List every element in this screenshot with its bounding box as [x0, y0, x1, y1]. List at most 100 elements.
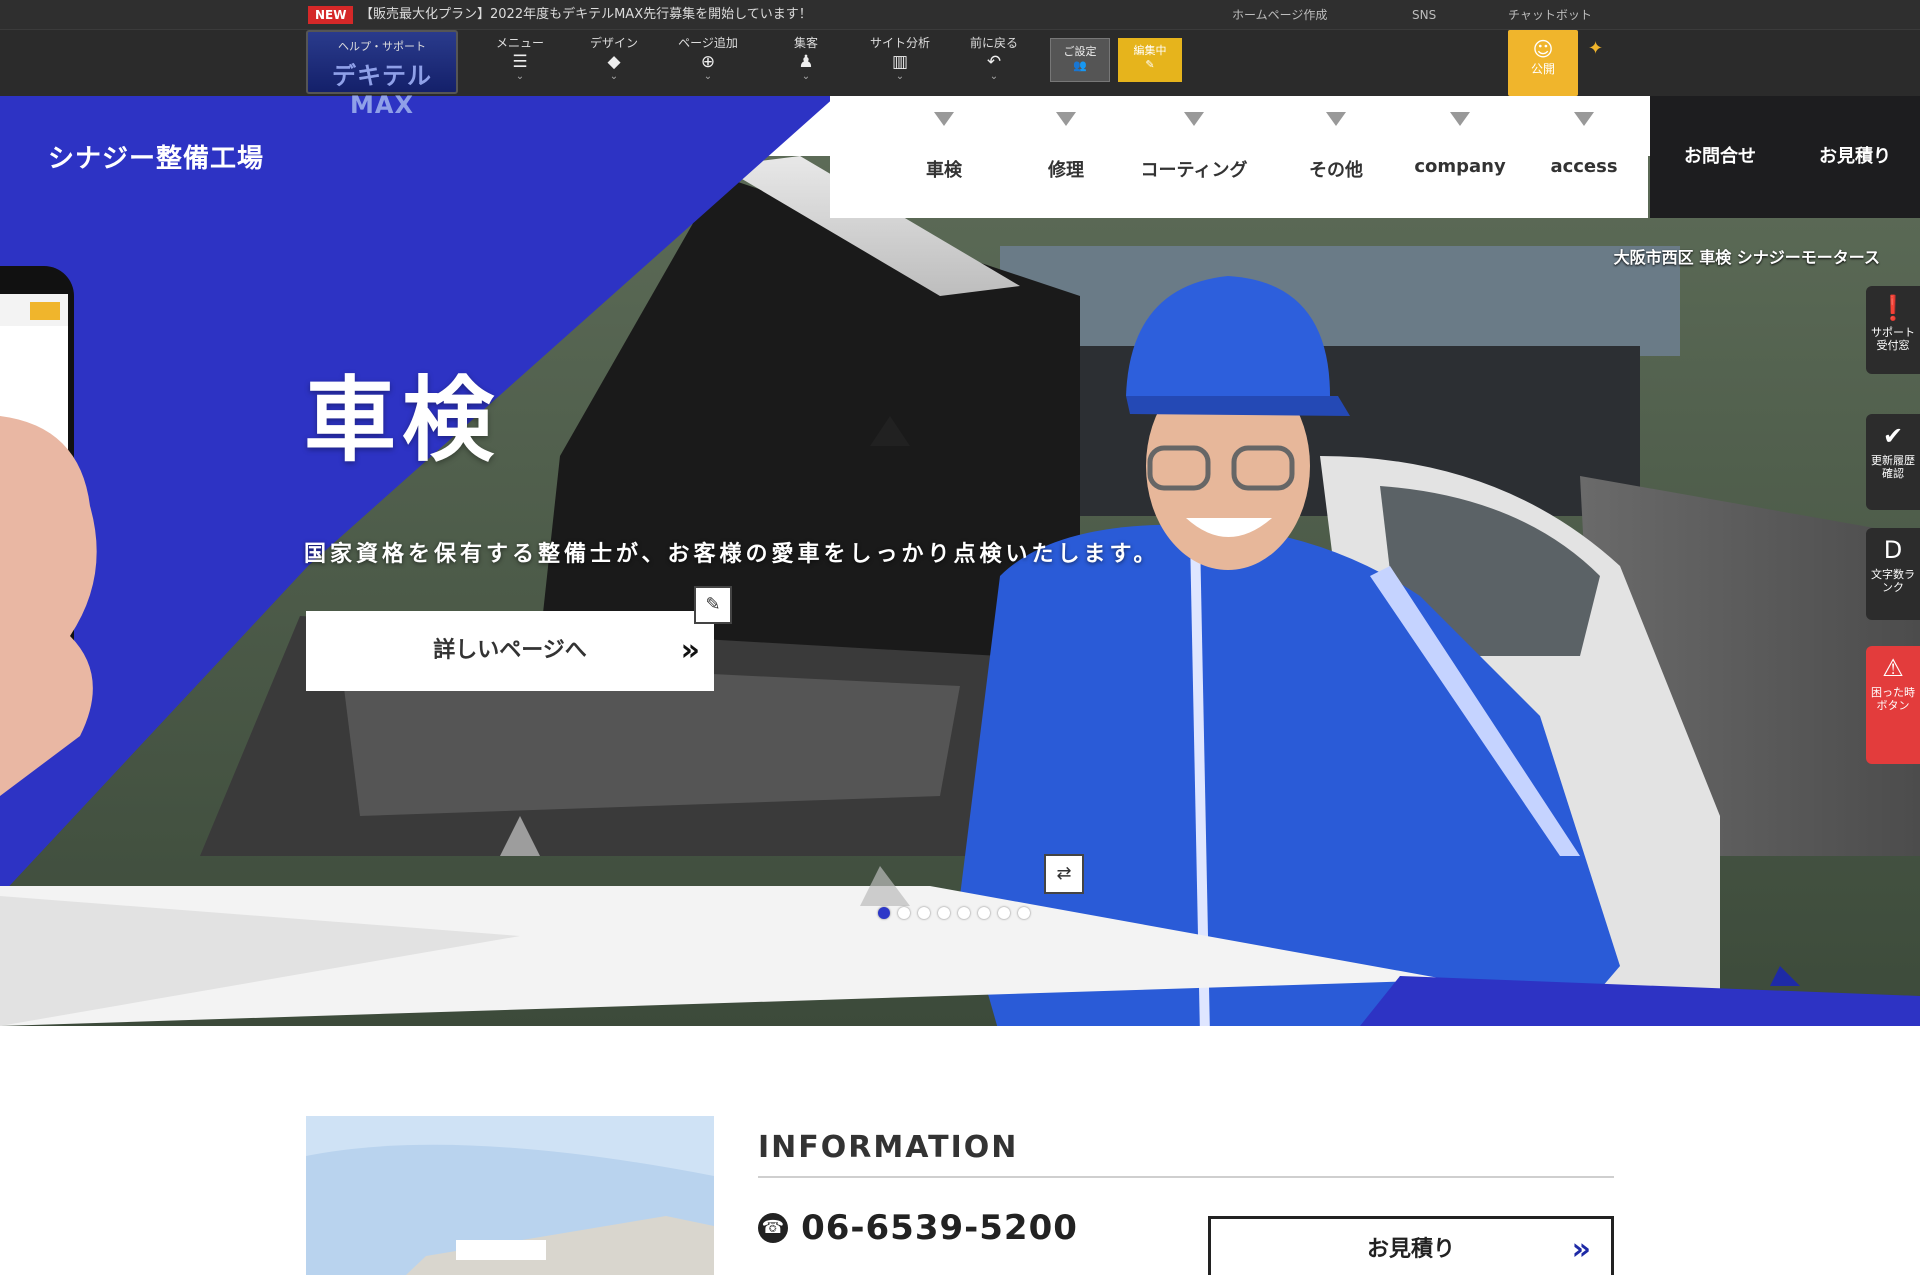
info-heading: INFORMATION — [758, 1130, 1019, 1165]
chevron-down-icon: ⌄ — [515, 71, 525, 82]
phone-icon: ☎ — [758, 1213, 788, 1243]
edit-label: 編集中 — [1133, 44, 1167, 57]
chevron-down-icon: ⌄ — [703, 71, 713, 82]
new-badge: NEW — [308, 6, 354, 24]
smile-icon: ☺ — [1532, 37, 1554, 61]
help-support-button[interactable]: ヘルプ・サポート デキテルMAX — [306, 30, 458, 119]
editor-toolbar: NEW 【販売最大化プラン】2022年度もデキテルMAX先行募集を開始しています… — [0, 0, 1920, 119]
triangle-icon — [1056, 112, 1076, 126]
tool-design[interactable]: デザイン ◆ ⌄ — [578, 36, 650, 92]
help-label: ヘルプ・サポート — [338, 40, 426, 53]
side-tab-support[interactable]: ❗ サポート受付窓 — [1866, 286, 1920, 374]
contact-button[interactable]: お問合せ — [1650, 96, 1790, 218]
chevron-down-icon: ⌄ — [609, 71, 619, 82]
site-logo[interactable]: シナジー整備工場 — [48, 138, 264, 175]
chevron-down-icon: ⌄ — [801, 71, 811, 82]
pencil-icon: ✎ — [1145, 58, 1155, 71]
quote-button-label: お見積り — [1366, 1237, 1455, 1262]
slide-dot[interactable] — [918, 907, 930, 919]
tool-marketing[interactable]: 集客 ♟ ⌄ — [770, 36, 842, 92]
nav-item-company[interactable]: company — [1400, 112, 1520, 208]
nav-item-other[interactable]: その他 — [1276, 112, 1396, 208]
warning-icon: ⚠ — [1882, 654, 1904, 682]
chevron-down-icon: ⌄ — [895, 71, 905, 82]
slide-dot[interactable] — [978, 907, 990, 919]
star-icon[interactable]: ✦ — [1588, 38, 1603, 59]
help-brand: デキテルMAX — [332, 62, 432, 119]
nav-item-label: access — [1550, 156, 1618, 177]
menu-icon: ☰ — [512, 52, 528, 72]
tool-label: ページ追加 — [678, 36, 738, 50]
nav-item-coating[interactable]: コーティング — [1134, 112, 1254, 208]
undo-icon: ↶ — [986, 52, 1002, 72]
side-tab-label: サポート受付窓 — [1871, 326, 1915, 352]
homepage-link[interactable]: ホームページ作成 — [1232, 6, 1327, 24]
nav-item-access[interactable]: access — [1524, 112, 1644, 208]
palette-icon: ◆ — [607, 52, 621, 72]
nav-item-label: 修理 — [1048, 160, 1084, 181]
tool-analytics[interactable]: サイト分析 ▥ ⌄ — [864, 36, 936, 92]
tool-label: サイト分析 — [869, 36, 930, 50]
notice-bar: NEW 【販売最大化プラン】2022年度もデキテルMAX先行募集を開始しています… — [0, 0, 1920, 30]
alert-circle-icon: ❗ — [1878, 294, 1908, 322]
editor-tools: ヘルプ・サポート デキテルMAX メニュー ☰ ⌄ デザイン ◆ ⌄ ページ追加… — [0, 30, 1920, 119]
letter-d-icon: D — [1883, 536, 1903, 564]
slide-dot[interactable] — [898, 907, 910, 919]
quote-button[interactable]: お見積り » — [1208, 1216, 1614, 1275]
users-icon: 👥 — [1073, 59, 1087, 72]
nav-item-label: 車検 — [926, 160, 962, 181]
chevron-down-icon: ⌄ — [989, 71, 999, 82]
triangle-icon — [1184, 112, 1204, 126]
tool-menu[interactable]: メニュー ☰ ⌄ — [484, 36, 556, 92]
quote-nav-button[interactable]: お見積り — [1790, 96, 1920, 218]
edit-pencil-icon[interactable]: ✎ — [694, 586, 732, 624]
hero-description: 国家資格を保有する整備士が、お客様の愛車をしっかり点検いたします。 — [304, 542, 1160, 567]
side-tab-label: 更新履歴確認 — [1871, 454, 1915, 480]
slide-dot[interactable] — [938, 907, 950, 919]
tool-page-add[interactable]: ページ追加 ⊕ ⌄ — [672, 36, 744, 92]
side-tab-label: 困った時ボタン — [1871, 686, 1915, 712]
triangle-icon — [934, 112, 954, 126]
building-photo-svg — [306, 1116, 714, 1275]
notice-link[interactable]: 【販売最大化プラン】2022年度もデキテルMAX先行募集を開始しています！ — [360, 6, 812, 24]
slide-dots — [878, 904, 1038, 920]
nav-item-shaken[interactable]: 車検 — [884, 112, 1004, 208]
phone-row[interactable]: ☎ 06-6539-5200 — [758, 1208, 1078, 1252]
check-circle-icon: ✔ — [1882, 422, 1904, 450]
slide-dot[interactable] — [1018, 907, 1030, 919]
edit-mode-button[interactable]: 編集中 ✎ — [1118, 38, 1182, 82]
publish-label: 公開 — [1530, 62, 1555, 76]
publish-button[interactable]: ☺ 公開 — [1508, 30, 1578, 96]
double-chevron-right-icon: » — [1571, 1232, 1591, 1267]
settings-button[interactable]: ご設定 👥 — [1050, 38, 1110, 82]
slide-swap-icon[interactable]: ⇄ — [1044, 854, 1084, 894]
hero-title: 車検 — [304, 367, 501, 474]
tool-undo[interactable]: 前に戻る ↶ ⌄ — [958, 36, 1030, 92]
tool-label: デザイン — [589, 36, 638, 50]
side-tab-history[interactable]: ✔ 更新履歴確認 — [1866, 414, 1920, 510]
slide-dot[interactable] — [958, 907, 970, 919]
nav-item-label: コーティング — [1140, 160, 1248, 181]
people-icon: ♟ — [798, 52, 814, 72]
nav-item-label: その他 — [1309, 160, 1363, 181]
detail-button-label: 詳しいページへ — [433, 638, 587, 663]
detail-page-button[interactable]: 詳しいページへ » — [306, 611, 714, 691]
tool-label: メニュー — [495, 36, 544, 50]
sns-link[interactable]: SNS — [1412, 6, 1436, 24]
hero-tagline: 大阪市西区 車検 シナジーモータース — [1613, 248, 1880, 267]
main-navigation: 車検 修理 コーティング その他 company access — [830, 96, 1648, 218]
info-divider — [758, 1176, 1614, 1178]
phone-number: 06-6539-5200 — [801, 1208, 1078, 1248]
side-tab-text-rank[interactable]: D 文字数ランク — [1866, 528, 1920, 620]
building-photo — [306, 1116, 714, 1275]
side-tab-label: 文字数ランク — [1871, 568, 1915, 594]
nav-item-repair[interactable]: 修理 — [1006, 112, 1126, 208]
page-add-icon: ⊕ — [700, 52, 716, 72]
side-tab-help[interactable]: ⚠ 困った時ボタン — [1866, 646, 1920, 764]
hero-section: シナジー整備工場 車検 修理 コーティング その他 company access… — [0, 96, 1920, 1026]
chatbot-link[interactable]: チャットボット — [1508, 6, 1592, 24]
slide-dot[interactable] — [878, 907, 890, 919]
tool-label: 集客 — [793, 36, 818, 50]
chart-icon: ▥ — [891, 52, 909, 72]
slide-dot[interactable] — [998, 907, 1010, 919]
